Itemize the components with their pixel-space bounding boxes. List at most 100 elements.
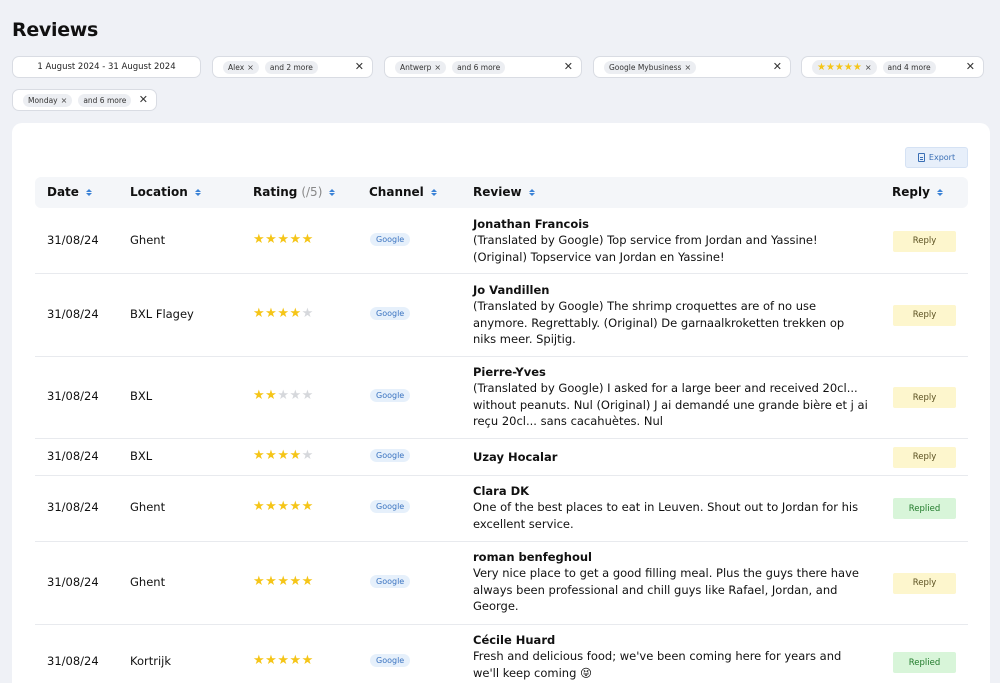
rating-stars: ★★★★★: [253, 232, 314, 247]
filter-chip-alex: Alex ×: [223, 60, 259, 74]
star-filled-icon: ★: [301, 653, 314, 668]
location-filter[interactable]: Antwerp × and 6 more ✕: [384, 56, 582, 78]
reply-button[interactable]: Reply: [893, 572, 956, 594]
review-text: (Translated by Google) The shrimp croque…: [473, 299, 845, 346]
remove-chip-icon[interactable]: ×: [247, 63, 254, 72]
star-filled-icon: ★: [265, 447, 278, 463]
star-empty-icon: ★: [289, 388, 302, 403]
review-location: Kortrijk: [130, 654, 172, 668]
column-header-channel[interactable]: Channel: [369, 185, 437, 199]
column-header-date[interactable]: Date: [47, 185, 92, 199]
review-location: BXL Flagey: [130, 306, 194, 321]
row-divider: [35, 624, 968, 625]
star-filled-icon: ★: [265, 231, 278, 247]
star-empty-icon: ★: [301, 388, 314, 403]
sort-icon[interactable]: [430, 188, 437, 196]
review-author: roman benfeghoul: [473, 550, 592, 564]
export-button[interactable]: Export: [905, 147, 968, 168]
rating-stars: ★★★★★: [253, 448, 314, 463]
star-empty-icon: ★: [277, 388, 290, 403]
star-filled-icon: ★: [253, 499, 266, 514]
review-date: 31/08/24: [47, 448, 99, 463]
clear-filter-icon[interactable]: ✕: [966, 60, 975, 73]
replied-badge: Replied: [893, 652, 956, 673]
review-location: BXL: [130, 448, 153, 463]
star-filled-icon: ★: [277, 231, 290, 247]
star-filled-icon: ★: [265, 305, 278, 321]
star-filled-icon: ★: [277, 447, 290, 463]
remove-chip-icon[interactable]: ×: [434, 63, 441, 72]
star-filled-icon: ★: [277, 305, 290, 321]
review-text: Fresh and delicious food; we've been com…: [473, 649, 842, 680]
review-location: Ghent: [130, 500, 166, 514]
remove-chip-icon[interactable]: ×: [684, 63, 691, 72]
user-filter[interactable]: Alex × and 2 more ✕: [212, 56, 373, 78]
rating-stars: ★★★★★: [253, 574, 314, 589]
filter-more-chip: and 6 more: [78, 93, 132, 107]
weekday-filter[interactable]: Monday × and 6 more ✕: [12, 89, 157, 111]
star-filled-icon: ★: [277, 653, 290, 668]
star-filled-icon: ★: [265, 388, 278, 403]
column-header-review[interactable]: Review: [473, 185, 535, 199]
star-filled-icon: ★: [289, 447, 302, 463]
reply-button[interactable]: Reply: [893, 230, 956, 252]
column-header-reply[interactable]: Reply: [892, 185, 943, 199]
rating-stars: ★★★★★: [253, 653, 314, 668]
filter-more-chip: and 6 more: [452, 60, 506, 74]
clear-filter-icon[interactable]: ✕: [564, 60, 573, 73]
review-author: Uzay Hocalar: [473, 450, 558, 464]
star-filled-icon: ★: [289, 231, 302, 247]
channel-badge: Google: [370, 500, 411, 513]
channel-filter[interactable]: Google Mybusiness × ✕: [593, 56, 791, 78]
review-text: (Translated by Google) Top service from …: [473, 233, 818, 264]
review-date: 31/08/24: [47, 500, 99, 514]
row-divider: [35, 273, 968, 274]
sort-icon[interactable]: [85, 188, 92, 196]
star-filled-icon: ★: [265, 499, 278, 514]
review-author: Jo Vandillen: [473, 283, 550, 297]
channel-badge: Google: [370, 306, 411, 320]
review-text: One of the best places to eat in Leuven.…: [473, 500, 859, 531]
review-date: 31/08/24: [47, 306, 99, 321]
row-divider: [35, 356, 968, 357]
sort-icon[interactable]: [194, 188, 201, 196]
export-label: Export: [928, 153, 956, 162]
sort-icon[interactable]: [528, 188, 535, 196]
review-location: BXL: [130, 389, 153, 403]
column-header-rating[interactable]: Rating (/5): [253, 185, 336, 199]
clear-filter-icon[interactable]: ✕: [773, 60, 782, 73]
date-range-label: 1 August 2024 - 31 August 2024: [37, 62, 176, 72]
star-filled-icon: ★: [265, 573, 278, 589]
star-filled-icon: ★: [301, 499, 314, 514]
rating-filter[interactable]: ★★★★★ × and 4 more ✕: [801, 56, 984, 78]
sort-icon[interactable]: [936, 188, 943, 196]
channel-badge: Google: [370, 654, 411, 667]
review-date: 31/08/24: [47, 654, 99, 668]
clear-filter-icon[interactable]: ✕: [139, 93, 148, 106]
column-header-location[interactable]: Location: [130, 185, 201, 199]
reply-button[interactable]: Reply: [893, 387, 956, 408]
star-filled-icon: ★: [289, 499, 302, 514]
star-filled-icon: ★: [277, 499, 290, 514]
reply-button[interactable]: Reply: [893, 446, 956, 468]
review-author: Cécile Huard: [473, 633, 556, 647]
filter-chip-monday: Monday ×: [23, 93, 73, 107]
review-text: Very nice place to get a good filling me…: [473, 566, 859, 613]
star-filled-icon: ★: [301, 573, 314, 589]
star-filled-icon: ★: [253, 653, 266, 668]
reply-button[interactable]: Reply: [893, 304, 956, 326]
sort-icon[interactable]: [329, 188, 336, 196]
star-filled-icon: ★: [253, 388, 266, 403]
star-empty-icon: ★: [301, 305, 314, 321]
row-divider: [35, 475, 968, 476]
date-range-filter[interactable]: 1 August 2024 - 31 August 2024: [12, 56, 201, 78]
review-text: (Translated by Google) I asked for a lar…: [473, 381, 868, 428]
star-filled-icon: ★: [253, 573, 266, 589]
clear-filter-icon[interactable]: ✕: [355, 60, 364, 73]
star-filled-icon: ★: [289, 653, 302, 668]
rating-stars: ★★★★★: [253, 388, 314, 403]
star-filled-icon: ★: [253, 447, 266, 463]
review-author: Jonathan Francois: [473, 217, 590, 231]
remove-chip-icon[interactable]: ×: [865, 63, 872, 72]
remove-chip-icon[interactable]: ×: [61, 96, 68, 105]
